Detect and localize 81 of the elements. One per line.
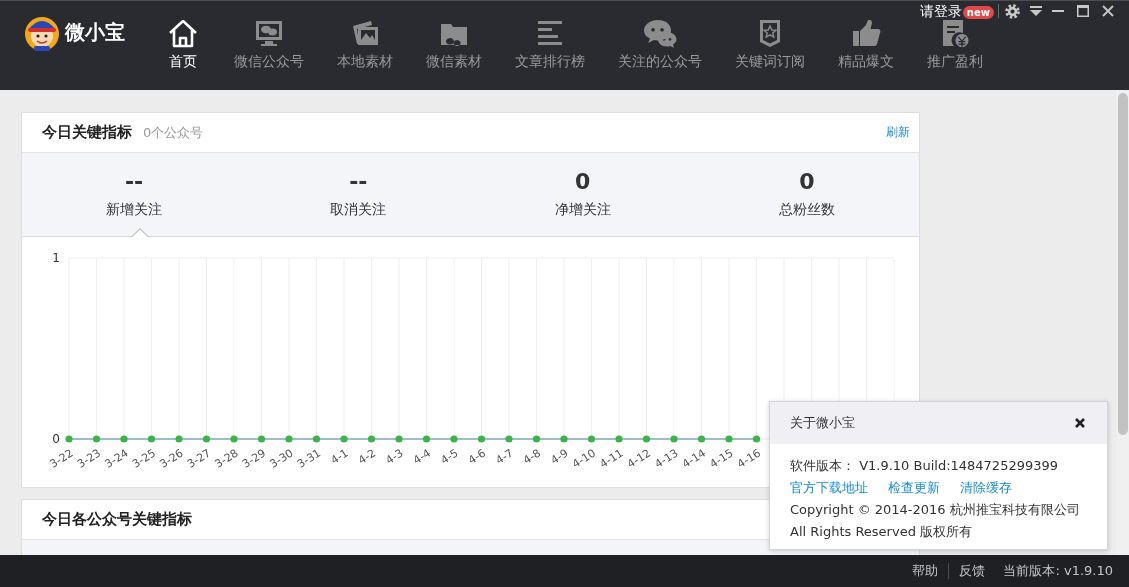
maximize-icon[interactable] — [1077, 5, 1089, 17]
data-point — [642, 435, 651, 443]
help-link[interactable]: 帮助 — [902, 563, 949, 579]
data-point — [670, 435, 678, 443]
nav-tab[interactable]: 本地素材 — [337, 20, 393, 70]
x-axis-label: 4-8 — [520, 446, 544, 468]
x-axis-label: 4-11 — [597, 446, 626, 471]
nav-tab[interactable]: 文章排行榜 — [515, 20, 585, 70]
x-axis-label: 4-15 — [707, 446, 736, 471]
data-point — [477, 435, 486, 443]
version-text: 软件版本： V1.9.10 Build:1484725299399 — [790, 457, 1060, 475]
x-axis-label: 4-14 — [680, 446, 709, 471]
metric-tab[interactable]: -- 取消关注 — [246, 153, 471, 237]
x-axis-label: 4-10 — [570, 446, 599, 471]
dialog-title: 关于微小宝 — [790, 414, 855, 432]
metric-tab[interactable]: 0 净增关注 — [470, 153, 695, 237]
card-title: 今日各公众号关键指标 — [42, 510, 192, 529]
data-point — [312, 435, 321, 443]
x-axis-label: 4-1 — [328, 446, 351, 468]
metric-tab[interactable]: -- 新增关注 — [22, 153, 247, 237]
check-update-link[interactable]: 检查更新 — [888, 477, 940, 499]
x-axis-label: 4-6 — [465, 446, 489, 468]
data-point — [120, 435, 128, 443]
refresh-link[interactable]: 刷新 — [886, 124, 910, 141]
data-point — [450, 435, 458, 443]
data-point — [395, 435, 403, 443]
data-point — [175, 435, 183, 443]
data-point — [615, 435, 623, 443]
x-axis-label: 4-7 — [493, 446, 516, 468]
chat-bubbles-icon — [642, 20, 678, 48]
nav-tab[interactable]: 微信公众号 — [234, 20, 304, 70]
settings-icon[interactable] — [1005, 3, 1020, 19]
data-point — [422, 435, 431, 443]
x-axis-label: 4-16 — [735, 446, 764, 471]
nav-tab[interactable]: 微信素材 — [426, 20, 482, 70]
data-point — [752, 435, 761, 443]
data-point — [532, 435, 541, 443]
data-point — [230, 435, 238, 443]
data-point — [560, 435, 568, 443]
x-axis-label: 4-4 — [410, 446, 434, 468]
copyright-text: Copyright © 2014-2016 杭州推宝科技有限公司 — [790, 501, 1081, 519]
data-point — [505, 435, 513, 443]
data-point — [587, 435, 596, 443]
clear-cache-link[interactable]: 清除缓存 — [960, 477, 1012, 499]
data-point — [257, 435, 266, 443]
nav-tab[interactable]: 精品爆文 — [838, 20, 894, 70]
download-link[interactable]: 官方下载地址 — [790, 477, 868, 499]
dropdown-caret-icon[interactable] — [1029, 5, 1043, 17]
data-point — [147, 435, 156, 443]
x-axis-label: 4-3 — [383, 446, 406, 468]
nav-tab[interactable]: 关注的公众号 — [618, 20, 702, 70]
login-link[interactable]: 请登录 — [919, 3, 962, 19]
card-title: 今日关键指标 — [42, 123, 132, 142]
data-point — [367, 435, 376, 443]
version-text: 当前版本: v1.9.10 — [1002, 563, 1113, 579]
new-badge: new — [962, 6, 994, 19]
x-axis-label: 4-12 — [625, 446, 654, 471]
nav-tab[interactable]: 推广盈利 — [927, 20, 983, 70]
x-axis-label: 4-2 — [355, 446, 379, 468]
nav-tab[interactable]: 首页 — [165, 20, 201, 70]
data-point — [92, 435, 101, 443]
y-axis-label: 0 — [52, 432, 60, 446]
account-count: 0个公众号 — [143, 123, 204, 142]
x-axis-label: 4-9 — [548, 446, 571, 468]
metric-tab[interactable]: 0 总粉丝数 — [694, 153, 919, 237]
x-axis-label: 3-31 — [295, 446, 324, 471]
close-icon[interactable] — [1075, 418, 1085, 428]
data-point — [725, 435, 733, 443]
scrollbar-thumb[interactable] — [1117, 93, 1128, 435]
data-point — [285, 435, 293, 443]
data-point — [697, 435, 706, 443]
data-point — [340, 435, 348, 443]
x-axis-label: 4-5 — [438, 446, 461, 468]
x-axis-label: 4-13 — [652, 446, 681, 471]
app-name: 微小宝 — [65, 20, 125, 44]
y-axis-label: 1 — [52, 251, 60, 265]
data-point — [65, 435, 73, 443]
feedback-link[interactable]: 反馈 — [948, 563, 996, 579]
nav-tab[interactable]: 关键词订阅 — [735, 20, 805, 70]
data-point — [202, 435, 211, 443]
rights-text: All Rights Reserved 版权所有 — [790, 523, 974, 541]
